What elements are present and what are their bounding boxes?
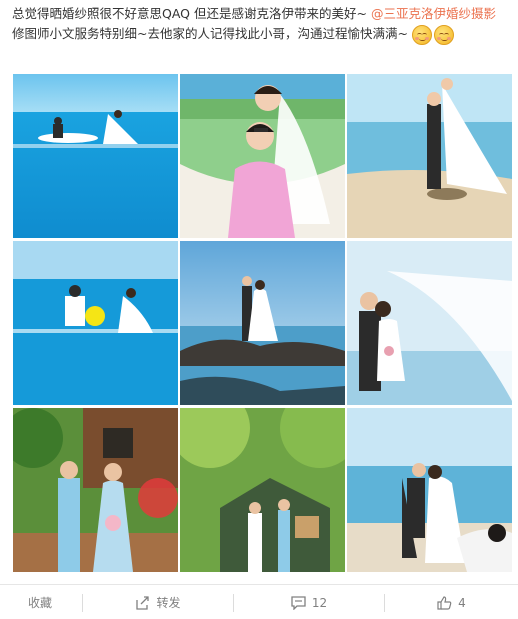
- mention-link[interactable]: @三亚克洛伊婚纱摄影: [371, 6, 496, 21]
- like-button[interactable]: 4: [385, 585, 518, 619]
- photo-cabin-couple[interactable]: [180, 408, 345, 572]
- photo-garden-couple[interactable]: [13, 408, 178, 572]
- action-bar: 收藏 转发 12 4: [0, 584, 518, 619]
- photo-beach-lift-couple[interactable]: [347, 74, 512, 238]
- photo-veil-kiss-couple[interactable]: [347, 241, 512, 405]
- repost-button[interactable]: 转发: [83, 585, 233, 619]
- share-icon: [135, 595, 150, 610]
- comment-count: 12: [311, 595, 328, 610]
- photo-infinity-pool-couple[interactable]: [13, 74, 178, 238]
- comment-button[interactable]: 12: [234, 585, 384, 619]
- favorite-label: 收藏: [27, 596, 52, 610]
- post-text-end: 修图师小文服务特别细~去他家的人记得找此小哥，沟通过程愉快满满~: [12, 26, 408, 41]
- repost-label: 转发: [156, 596, 181, 610]
- post-text: 总觉得晒婚纱照很不好意思QAQ 但还是感谢克洛伊带来的美好~ @三亚克洛伊婚纱摄…: [12, 4, 512, 45]
- thumbs-up-icon: [437, 595, 452, 610]
- post-text-start: 总觉得晒婚纱照很不好意思QAQ 但还是感谢克洛伊带来的美好~: [12, 6, 371, 21]
- photo-pool-splash-couple[interactable]: [13, 241, 178, 405]
- photo-grid: [13, 74, 513, 572]
- emoji-row: [411, 24, 454, 45]
- blush-emoji-icon: [411, 24, 432, 45]
- photo-beach-embrace-couple[interactable]: [347, 408, 512, 572]
- blush-emoji-icon: [433, 24, 454, 45]
- like-count: 4: [458, 595, 466, 610]
- favorite-button[interactable]: 收藏: [0, 585, 80, 619]
- photo-hammock-couple[interactable]: [180, 74, 345, 238]
- comment-icon: [291, 595, 306, 610]
- photo-rocky-shore-couple[interactable]: [180, 241, 345, 405]
